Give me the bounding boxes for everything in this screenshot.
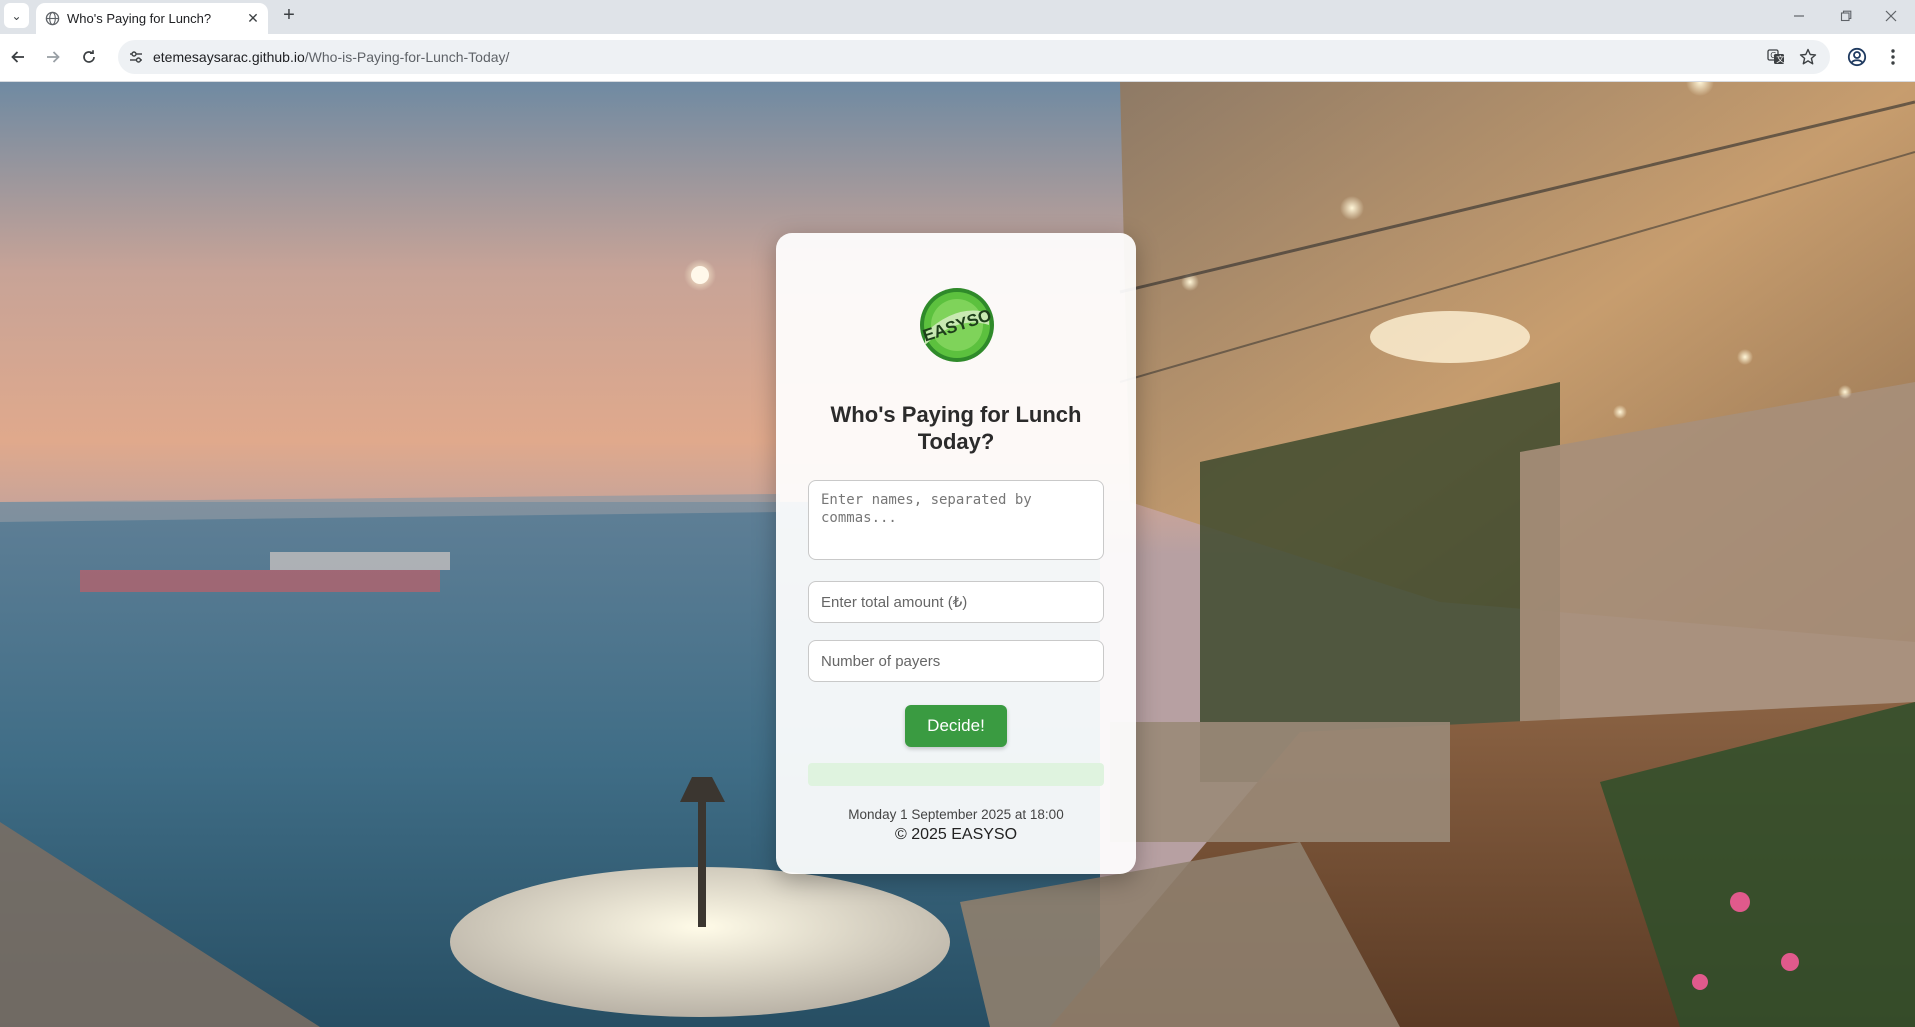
active-tab[interactable]: Who's Paying for Lunch? ✕ [36, 3, 268, 34]
reload-button[interactable] [76, 44, 102, 70]
browser-menu-button[interactable] [1880, 44, 1906, 70]
address-bar[interactable]: etemesaysarac.github.io/Who-is-Paying-fo… [118, 40, 1830, 74]
names-input[interactable] [808, 480, 1104, 560]
back-icon [11, 51, 24, 63]
reload-icon [83, 50, 95, 63]
number-of-payers-input[interactable] [808, 640, 1104, 682]
star-icon [1799, 48, 1817, 65]
forward-button[interactable] [40, 44, 66, 70]
menu-icon [1891, 49, 1895, 65]
site-info-icon [130, 51, 142, 63]
url-path: /Who-is-Paying-for-Lunch-Today/ [304, 49, 510, 65]
close-window-button[interactable] [1880, 5, 1902, 27]
tab-title: Who's Paying for Lunch? [67, 11, 212, 26]
new-tab-button[interactable]: + [278, 4, 300, 26]
url-text[interactable]: etemesaysarac.github.io/Who-is-Paying-fo… [153, 49, 509, 65]
globe-icon [45, 11, 60, 26]
close-window-icon [1885, 10, 1897, 22]
profile-icon [1847, 47, 1867, 67]
copyright-text: © 2025 EASYSO [894, 826, 1018, 843]
browser-toolbar: etemesaysarac.github.io/Who-is-Paying-fo… [0, 34, 1915, 82]
minimize-icon [1794, 15, 1804, 17]
restore-icon [1840, 10, 1852, 22]
translate-icon: G文 [1767, 49, 1784, 64]
tab-search-button[interactable]: ⌄ [4, 3, 29, 28]
svg-text:文: 文 [1776, 54, 1784, 64]
minimize-button[interactable] [1788, 5, 1810, 27]
tab-strip: ⌄ Who's Paying for Lunch? ✕ + [0, 0, 1915, 34]
page-title: Who's Paying for Lunch Today? [830, 402, 1082, 454]
lunch-form-card: EASYSO Who's Paying for Lunch Today? Dec… [776, 233, 1136, 874]
translate-button[interactable]: G文 [1766, 47, 1786, 67]
date-time-text: Monday 1 September 2025 at 18:00 [848, 807, 1064, 822]
restore-button[interactable] [1835, 5, 1857, 27]
result-box [808, 763, 1104, 786]
profile-button[interactable] [1844, 44, 1870, 70]
bookmark-star-button[interactable] [1798, 47, 1818, 67]
back-button[interactable] [5, 44, 31, 70]
plus-icon: + [283, 3, 295, 26]
decide-button[interactable]: Decide! [905, 705, 1007, 747]
total-amount-input[interactable] [808, 581, 1104, 623]
site-info-button[interactable] [126, 47, 146, 67]
chevron-down-icon: ⌄ [11, 8, 22, 23]
url-host: etemesaysarac.github.io [153, 49, 305, 65]
close-icon[interactable]: ✕ [244, 9, 262, 27]
forward-icon [47, 51, 60, 63]
page-viewport: EASYSO Who's Paying for Lunch Today? Dec… [0, 82, 1915, 1027]
easyso-logo: EASYSO [920, 288, 994, 362]
